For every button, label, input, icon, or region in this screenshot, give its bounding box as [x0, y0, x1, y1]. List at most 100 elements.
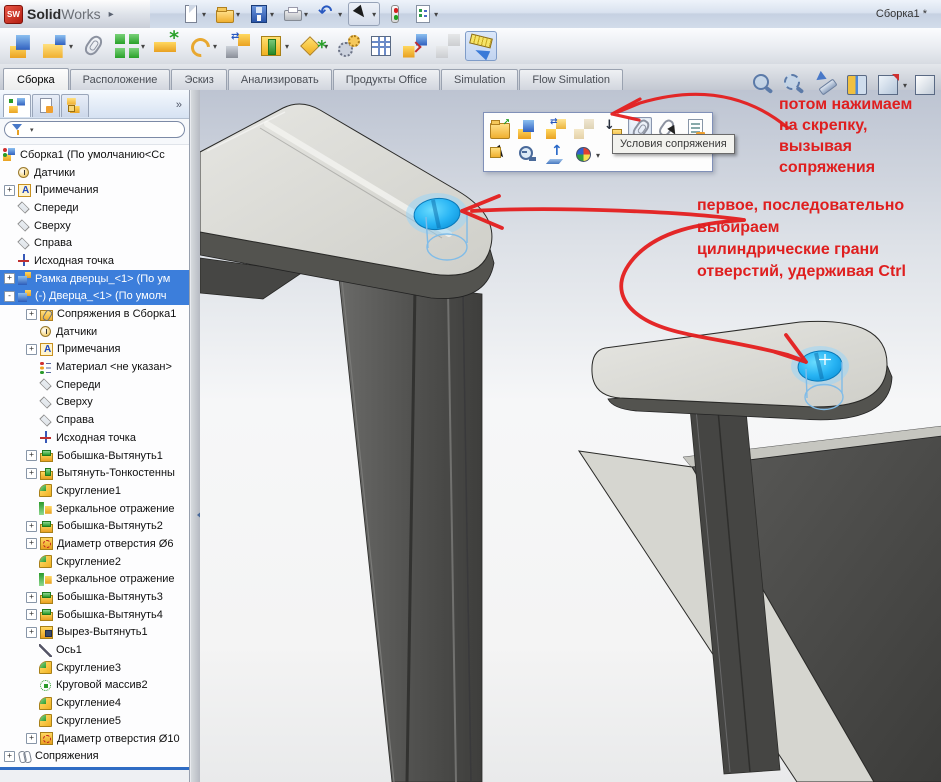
tree-item[interactable]: +Примечания [0, 341, 189, 359]
tree-item[interactable]: Сверху [0, 217, 189, 235]
tree-item[interactable]: Сборка1 (По умолчанию<Сс [0, 146, 189, 164]
print-dropdown-arrow[interactable]: ▾ [304, 10, 308, 19]
motion-study-button[interactable] [333, 31, 365, 61]
insert-component-button[interactable] [516, 117, 540, 141]
expand-toggle[interactable]: + [26, 468, 37, 479]
open-document-button[interactable]: ▾ [212, 2, 244, 26]
tree-item[interactable]: Справа [0, 234, 189, 252]
component-pattern-dropdown-arrow[interactable]: ▾ [141, 42, 145, 51]
graphics-area[interactable] [200, 90, 941, 782]
tree-item[interactable]: Датчики [0, 323, 189, 341]
filter-dropdown-arrow[interactable]: ▾ [30, 126, 34, 134]
mate-paperclip-button[interactable] [78, 31, 110, 61]
tab-5[interactable]: Simulation [441, 69, 518, 90]
tab-1[interactable]: Расположение [70, 69, 171, 90]
tree-item[interactable]: Скругление1 [0, 482, 189, 500]
expand-toggle[interactable]: - [4, 291, 15, 302]
model-canvas[interactable] [200, 90, 941, 782]
assembly-features-button[interactable]: ▾ [255, 31, 293, 61]
tree-item[interactable]: Исходная точка [0, 429, 189, 447]
tree-item[interactable]: Зеркальное отражение [0, 571, 189, 589]
expand-toggle[interactable]: + [4, 185, 15, 196]
tab-2[interactable]: Эскиз [171, 69, 226, 90]
tree-item[interactable]: Ось1 [0, 641, 189, 659]
panel-tab-tree[interactable] [3, 94, 31, 117]
tree-item[interactable]: Сверху [0, 394, 189, 412]
move-component-button[interactable]: ▾ [183, 31, 221, 61]
open-document-dropdown-arrow[interactable]: ▾ [236, 10, 240, 19]
orientation-sphere-dropdown-arrow[interactable]: ▾ [596, 151, 600, 160]
tree-item[interactable]: +Бобышка-Вытянуть2 [0, 517, 189, 535]
tree-item[interactable]: +Бобышка-Вытянуть4 [0, 606, 189, 624]
tree-filter-input[interactable]: ▾ [4, 121, 185, 138]
select-arrow-button[interactable]: ▾ [348, 2, 380, 26]
tree-item[interactable]: Скругление4 [0, 694, 189, 712]
tree-item[interactable]: Зеркальное отражение [0, 500, 189, 518]
panel-tab-prop[interactable] [32, 94, 60, 117]
expand-toggle[interactable]: + [26, 521, 37, 532]
open-folder-button[interactable] [488, 117, 512, 141]
translate-view-button[interactable] [544, 143, 568, 167]
reference-geometry-button[interactable]: ▾ [294, 31, 332, 61]
move-component-dropdown-arrow[interactable]: ▾ [213, 42, 217, 51]
orientation-sphere-button[interactable]: ▾ [572, 143, 602, 167]
undo-button[interactable]: ▾ [314, 2, 346, 26]
tree-item[interactable]: +Вытянуть-Тонкостенны [0, 464, 189, 482]
component-pattern-button[interactable]: ▾ [111, 31, 149, 61]
options-list-dropdown-arrow[interactable]: ▾ [434, 10, 438, 19]
tree-item[interactable]: Справа [0, 411, 189, 429]
tab-0[interactable]: Сборка [3, 68, 69, 90]
tree-item[interactable]: Круговой массив2 [0, 677, 189, 695]
expand-toggle[interactable]: + [26, 344, 37, 355]
tree-item[interactable]: Датчики [0, 164, 189, 182]
expand-toggle[interactable]: + [26, 592, 37, 603]
expand-toggle[interactable]: + [26, 627, 37, 638]
save-button[interactable]: ▾ [246, 2, 278, 26]
tree-item[interactable]: -(-) Дверца_<1> (По умолч [0, 288, 189, 306]
panel-expand-chevron[interactable]: » [176, 99, 185, 111]
tree-item[interactable]: +Сопряжения [0, 747, 189, 765]
replace-component-button[interactable] [544, 117, 568, 141]
tree-item[interactable]: +Бобышка-Вытянуть1 [0, 447, 189, 465]
tab-6[interactable]: Flow Simulation [519, 69, 623, 90]
display-style-button[interactable] [911, 72, 939, 98]
expand-toggle[interactable]: + [4, 273, 15, 284]
tab-3[interactable]: Анализировать [228, 69, 332, 90]
expand-toggle[interactable]: + [26, 538, 37, 549]
expand-toggle[interactable]: + [26, 609, 37, 620]
expand-toggle[interactable]: + [26, 733, 37, 744]
preview-component-button[interactable] [572, 117, 596, 141]
tree-item[interactable]: Скругление5 [0, 712, 189, 730]
panel-splitter[interactable] [190, 90, 200, 782]
zoom-fit-button[interactable] [750, 72, 778, 98]
select-arrow-dropdown-arrow[interactable]: ▾ [372, 10, 376, 19]
tree-item[interactable]: +Сопряжения в Сборка1 [0, 305, 189, 323]
expand-toggle[interactable]: + [26, 309, 37, 320]
print-button[interactable]: ▾ [280, 2, 312, 26]
tree-item[interactable]: Спереди [0, 199, 189, 217]
exploded-view-button[interactable] [399, 31, 431, 61]
insert-components-button[interactable] [6, 31, 38, 61]
tree-item[interactable]: +Вырез-Вытянуть1 [0, 624, 189, 642]
zoom-minus-button[interactable] [516, 143, 540, 167]
view-orientation-dropdown-arrow[interactable]: ▾ [903, 81, 907, 90]
save-dropdown-arrow[interactable]: ▾ [270, 10, 274, 19]
instant3d-button[interactable] [465, 31, 497, 61]
new-document-dropdown-arrow[interactable]: ▾ [202, 10, 206, 19]
rebuild-button[interactable] [382, 2, 408, 26]
tree-item[interactable]: Исходная точка [0, 252, 189, 270]
tab-4[interactable]: Продукты Office [333, 69, 440, 90]
open-part-dropdown-arrow[interactable]: ▾ [69, 42, 73, 51]
open-part-button[interactable]: ▾ [39, 31, 77, 61]
panel-tab-config[interactable] [61, 94, 89, 117]
explode-sketch-lines-button[interactable] [432, 31, 464, 61]
tree-item[interactable]: Скругление2 [0, 553, 189, 571]
show-hidden-button[interactable] [222, 31, 254, 61]
tree-item[interactable]: +Рамка дверцы_<1> (По ум [0, 270, 189, 288]
undo-dropdown-arrow[interactable]: ▾ [338, 10, 342, 19]
assembly-features-dropdown-arrow[interactable]: ▾ [285, 42, 289, 51]
options-list-button[interactable]: ▾ [410, 2, 442, 26]
new-document-button[interactable]: ▾ [178, 2, 210, 26]
select-cursor-button[interactable] [488, 143, 512, 167]
tree-item[interactable]: Спереди [0, 376, 189, 394]
